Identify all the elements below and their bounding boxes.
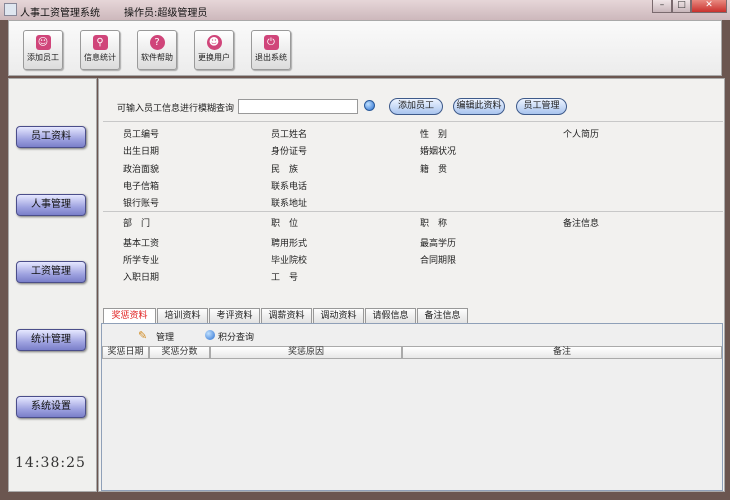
pencil-icon: ✎ — [138, 329, 148, 342]
employee-manage-button[interactable]: 员工管理 — [516, 98, 567, 115]
search-label: 可输入员工信息进行模糊查询 — [117, 104, 235, 114]
title-bar: 人事工资管理系统 操作员:超级管理员 – □ ✕ — [0, 0, 730, 20]
field-label: 最高学历 — [420, 239, 457, 249]
field-label: 员工编号 — [123, 130, 160, 140]
field-label: 员工姓名 — [271, 130, 308, 140]
field-label: 联系电话 — [271, 182, 308, 192]
field-label: 出生日期 — [123, 147, 160, 157]
sidebar: 员工资料 人事管理 工资管理 统计管理 系统设置 14:38:25 — [8, 78, 97, 492]
field-label: 民 族 — [271, 165, 299, 175]
app-icon — [4, 3, 17, 16]
add-employee-button[interactable]: 添加员工 — [389, 98, 443, 115]
window-title: 人事工资管理系统 — [20, 8, 100, 19]
sidebar-item-statistics[interactable]: 统计管理 — [16, 329, 86, 351]
tab[interactable]: 奖惩资料 — [103, 308, 156, 324]
field-label: 婚姻状况 — [420, 147, 457, 157]
field-label: 合同期限 — [420, 256, 457, 266]
tab-panel: ✎ 管理 积分查询 奖惩日期 奖惩分数 奖惩原因 备注 — [101, 323, 723, 491]
close-button[interactable]: ✕ — [691, 0, 727, 13]
column-header[interactable]: 奖惩日期 — [102, 346, 149, 359]
search-icon — [205, 330, 215, 340]
field-label: 籍 贯 — [420, 165, 448, 175]
field-label: 入职日期 — [123, 273, 160, 283]
help-tool-button[interactable]: ? 软件帮助 — [137, 30, 177, 70]
clock: 14:38:25 — [15, 455, 86, 471]
field-label: 职 位 — [271, 219, 299, 229]
maximize-button[interactable]: □ — [672, 0, 691, 13]
tab[interactable]: 备注信息 — [417, 308, 468, 323]
field-label: 所学专业 — [123, 256, 160, 266]
field-label: 聘用形式 — [271, 239, 308, 249]
divider — [103, 211, 723, 212]
toolbar: ☺ 添加员工 ⚲ 信息统计 ? 软件帮助 ☻ 更换用户 ⏻ 退出系统 — [8, 20, 722, 76]
tab[interactable]: 培训资料 — [157, 308, 208, 323]
divider — [103, 121, 723, 122]
main-panel: 可输入员工信息进行模糊查询 添加员工 编辑此资料 员工管理 员工编号 员工姓名 性 … — [98, 78, 725, 492]
edit-record-button[interactable]: 编辑此资料 — [453, 98, 505, 115]
minimize-button[interactable]: – — [652, 0, 672, 13]
column-header[interactable]: 备注 — [402, 346, 722, 359]
score-query-action[interactable]: 积分查询 — [218, 330, 254, 343]
exit-tool-button[interactable]: ⏻ 退出系统 — [251, 30, 291, 70]
table-body — [102, 359, 722, 490]
field-label: 部 门 — [123, 219, 151, 229]
search-icon[interactable] — [364, 100, 375, 111]
field-label: 工 号 — [271, 273, 299, 283]
field-label: 毕业院校 — [271, 256, 308, 266]
add-employee-tool-button[interactable]: ☺ 添加员工 — [23, 30, 63, 70]
field-label: 政治面貌 — [123, 165, 160, 175]
field-label: 职 称 — [420, 219, 448, 229]
exit-icon: ⏻ — [263, 35, 279, 50]
field-label: 银行账号 — [123, 199, 160, 209]
switch-user-tool-button[interactable]: ☻ 更换用户 — [194, 30, 234, 70]
field-label: 电子信箱 — [123, 182, 160, 192]
statistics-tool-button[interactable]: ⚲ 信息统计 — [80, 30, 120, 70]
tab[interactable]: 考评资料 — [209, 308, 260, 323]
sidebar-item-salary[interactable]: 工资管理 — [16, 261, 86, 283]
search-input[interactable] — [238, 99, 358, 114]
tab[interactable]: 调薪资料 — [261, 308, 312, 323]
field-label: 联系地址 — [271, 199, 308, 209]
field-label: 个人简历 — [563, 130, 600, 140]
sidebar-item-settings[interactable]: 系统设置 — [16, 396, 86, 418]
field-label: 备注信息 — [563, 219, 600, 229]
switch-user-icon: ☻ — [206, 35, 222, 50]
sidebar-item-personnel[interactable]: 人事管理 — [16, 194, 86, 216]
help-icon: ? — [149, 35, 165, 50]
field-label: 基本工资 — [123, 239, 160, 249]
column-header[interactable]: 奖惩分数 — [149, 346, 210, 359]
add-user-icon: ☺ — [35, 35, 51, 50]
sidebar-item-employee-info[interactable]: 员工资料 — [16, 126, 86, 148]
field-label: 身份证号 — [271, 147, 308, 157]
column-header[interactable]: 奖惩原因 — [210, 346, 402, 359]
search-icon: ⚲ — [92, 35, 108, 50]
field-label: 性 别 — [420, 130, 448, 140]
tab[interactable]: 请假信息 — [365, 308, 416, 323]
operator-label: 操作员:超级管理员 — [124, 8, 208, 19]
manage-action[interactable]: 管理 — [156, 330, 174, 343]
tab[interactable]: 调动资料 — [313, 308, 364, 323]
